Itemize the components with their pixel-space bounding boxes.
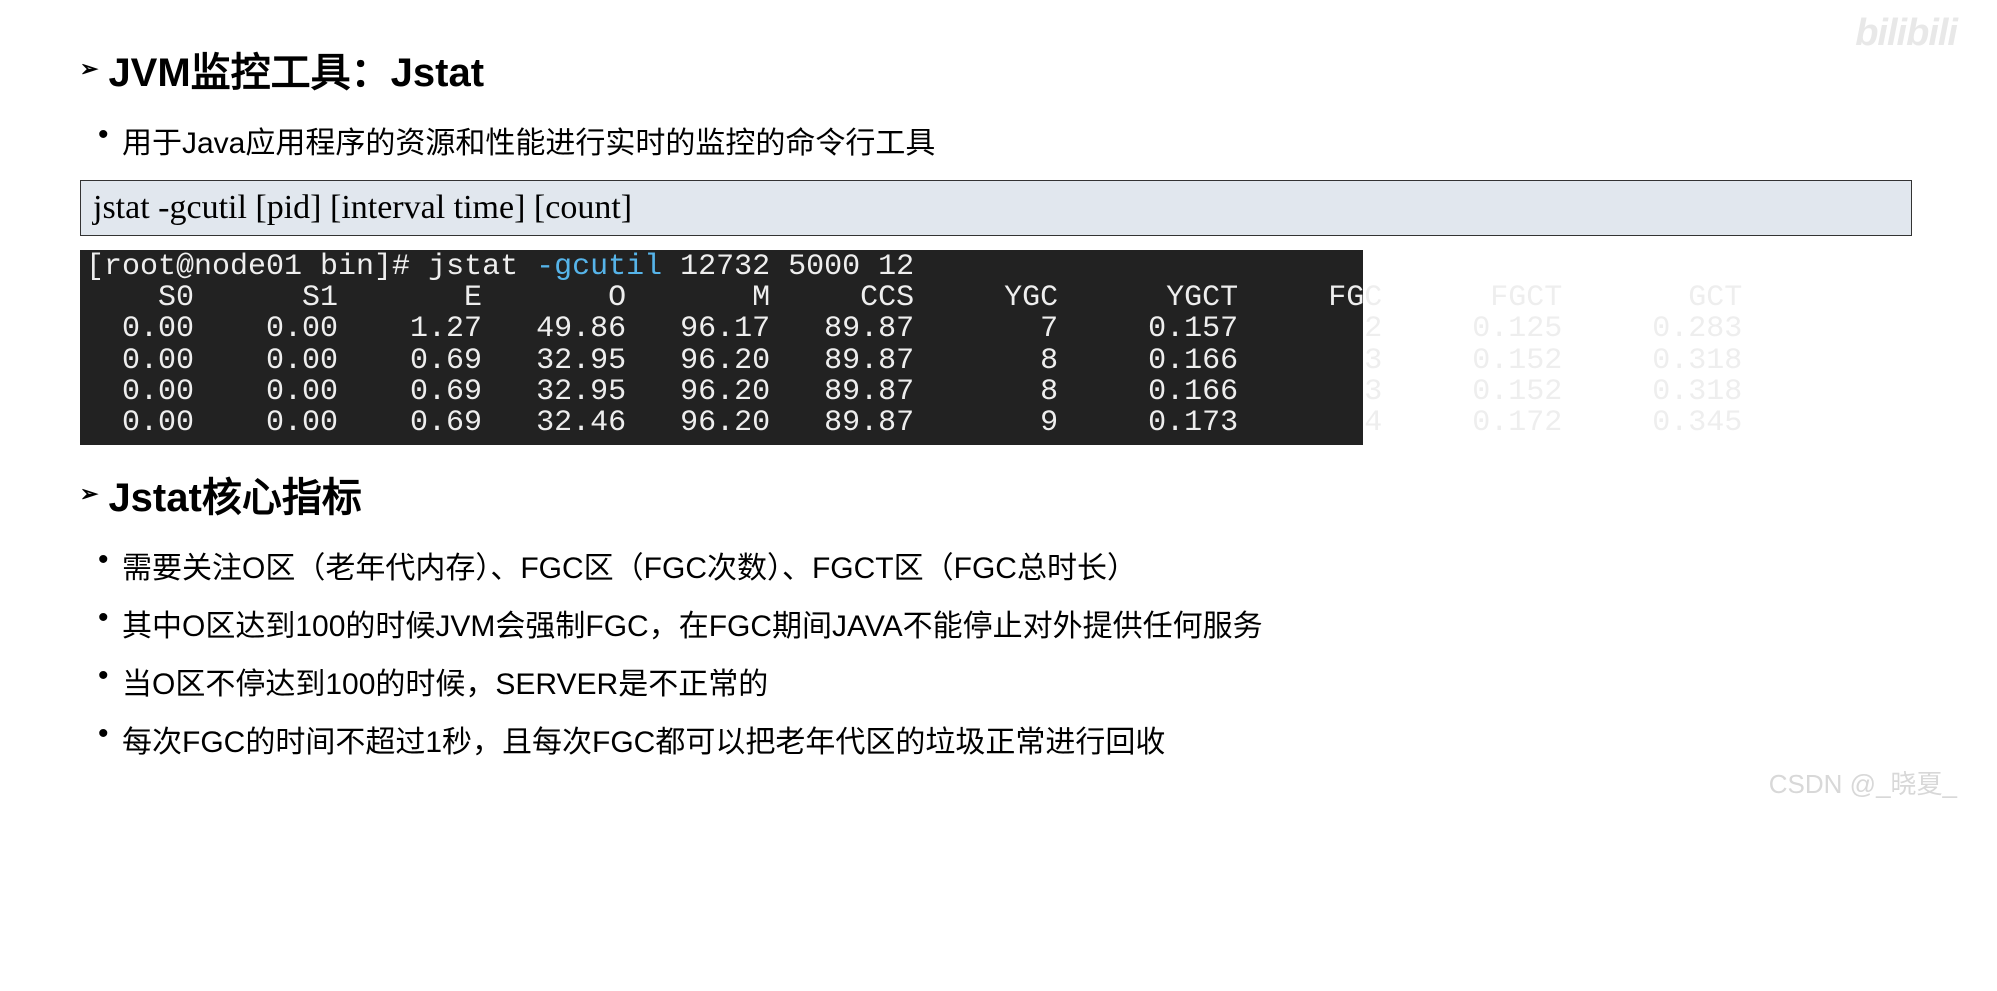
watermark-bilibili: bilibili xyxy=(1855,12,1957,55)
heading-jstat-metrics: ➢ Jstat核心指标 xyxy=(80,465,1917,523)
bullet-description: 用于Java应用程序的资源和性能进行实时的监控的命令行工具 xyxy=(122,118,1917,162)
command-syntax-box: jstat -gcutil [pid] [interval time] [cou… xyxy=(80,180,1912,236)
section-jstat-tool: ➢ JVM监控工具：Jstat 用于Java应用程序的资源和性能进行实时的监控的… xyxy=(80,40,1917,445)
chevron-right-icon: ➢ xyxy=(80,481,98,507)
heading-jstat-tool: ➢ JVM监控工具：Jstat xyxy=(80,40,1917,98)
watermark-csdn: CSDN @_晓夏_ xyxy=(1769,764,1957,801)
bullet-list-2: 需要关注O区（老年代内存）、FGC区（FGC次数）、FGCT区（FGC总时长） 其… xyxy=(80,543,1917,761)
bullet-metric: 当O区不停达到100的时候，SERVER是不正常的 xyxy=(122,659,1917,703)
section-jstat-metrics: ➢ Jstat核心指标 需要关注O区（老年代内存）、FGC区（FGC次数）、FG… xyxy=(80,465,1917,761)
heading-text: JVM监控工具：Jstat xyxy=(108,40,484,98)
heading-text: Jstat核心指标 xyxy=(108,465,361,523)
terminal-output: [root@node01 bin]# jstat -gcutil 12732 5… xyxy=(80,250,1363,445)
chevron-right-icon: ➢ xyxy=(80,56,98,82)
bullet-metric: 其中O区达到100的时候JVM会强制FGC，在FGC期间JAVA不能停止对外提供… xyxy=(122,601,1917,645)
bullet-metric: 需要关注O区（老年代内存）、FGC区（FGC次数）、FGCT区（FGC总时长） xyxy=(122,543,1917,587)
bullet-metric: 每次FGC的时间不超过1秒，且每次FGC都可以把老年代区的垃圾正常进行回收 xyxy=(122,717,1917,761)
bullet-list-1: 用于Java应用程序的资源和性能进行实时的监控的命令行工具 xyxy=(80,118,1917,162)
